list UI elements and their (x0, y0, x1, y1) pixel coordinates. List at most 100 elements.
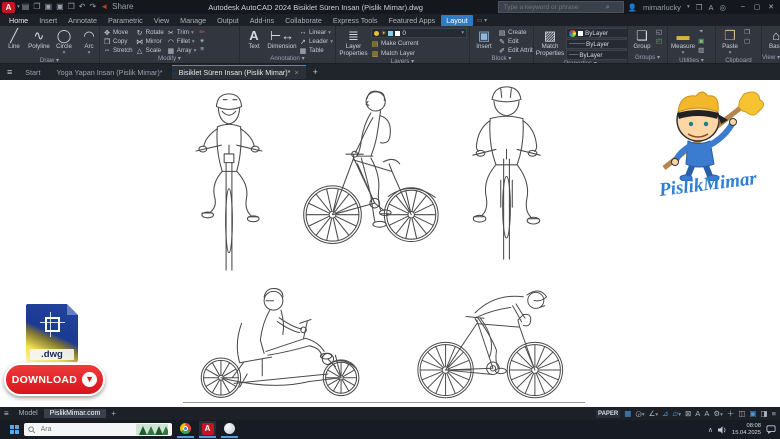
annotation-scale-icon[interactable]: A (704, 409, 709, 418)
quick-select-icon[interactable]: ⌖ (699, 28, 703, 36)
erase-tool-icon[interactable]: ✏ (199, 28, 204, 36)
explode-tool-icon[interactable]: ✴ (199, 37, 204, 45)
offset-tool-icon[interactable]: ≡ (200, 46, 204, 53)
table-tool[interactable]: ▦Table (299, 46, 333, 55)
quick-calc-icon[interactable]: ▥ (698, 46, 704, 54)
ortho-toggle-icon[interactable]: ▱▾ (672, 409, 681, 418)
leader-tool[interactable]: ↗Leader▾ (299, 37, 333, 46)
linear-tool[interactable]: ↔Linear▾ (299, 28, 333, 37)
undo-icon[interactable]: ↶ (79, 2, 86, 12)
linetype-control-dropdown[interactable]: – – –ByLayer▾ (566, 50, 628, 60)
block-panel-label[interactable]: Block ▾ (470, 55, 533, 63)
save-as-icon[interactable]: ▣ (56, 2, 64, 12)
help-search-box[interactable]: ⌕ (498, 1, 624, 13)
selection-cycling-icon[interactable]: ⊠ (685, 409, 691, 418)
tab-insert[interactable]: Insert (34, 15, 62, 26)
cut-clip-icon[interactable]: ▢ (744, 37, 750, 45)
modify-panel-label[interactable]: Modify ▾ (100, 55, 239, 63)
stretch-tool[interactable]: ⇔Stretch (103, 46, 133, 55)
groups-panel-label[interactable]: Groups ▾ (628, 54, 667, 63)
app-menu-arrow-icon[interactable]: ▾ (17, 4, 20, 10)
taskbar-app-icon-3[interactable] (221, 421, 238, 438)
base-view-tool[interactable]: ⌂Base (765, 28, 780, 50)
lineweight-control-dropdown[interactable]: ———ByLayer▾ (566, 39, 628, 49)
figure-cyclist-front-view-wide[interactable] (456, 84, 558, 262)
tab-manage[interactable]: Manage (175, 15, 211, 26)
snap-toggle-icon[interactable]: ◶▾ (635, 409, 644, 418)
windows-start-button[interactable] (10, 425, 19, 434)
layer-freeze-icon[interactable]: ☀ (381, 30, 386, 37)
restore-button[interactable]: ▢ (750, 3, 764, 11)
share-label[interactable]: Share (112, 2, 133, 12)
tray-expand-icon[interactable]: ∧ (708, 426, 713, 434)
grid-toggle-icon[interactable]: ▦ (624, 409, 631, 418)
copy-clip-icon[interactable]: ❐ (744, 28, 750, 36)
tab-parametric[interactable]: Parametric (103, 15, 148, 26)
windows-search-box[interactable] (24, 423, 172, 436)
layer-dropdown-arrow-icon[interactable]: ▾ (461, 30, 464, 36)
tab-featured-apps[interactable]: Featured Apps (383, 15, 440, 26)
make-current-tool[interactable]: ▤Make Current (371, 39, 467, 48)
volume-icon[interactable] (718, 426, 727, 434)
create-block-tool[interactable]: ▤Create (498, 28, 534, 37)
customize-status-icon[interactable]: ≡ (772, 409, 776, 418)
new-drawing-tab-button[interactable]: + (308, 67, 323, 77)
tab-annotate[interactable]: Annotate (63, 15, 102, 26)
group-tool[interactable]: ❏Group (631, 28, 653, 50)
fillet-tool[interactable]: ◠Fillet▾ (167, 37, 197, 46)
autodesk-a-icon[interactable]: A (708, 3, 713, 12)
figure-recumbent-bicycle-rider[interactable] (185, 282, 377, 404)
move-tool[interactable]: ✥Move (103, 28, 133, 37)
ribbon-display-toggle-icon[interactable]: ▭ ▾ (477, 17, 487, 24)
array-tool[interactable]: ▦Array▾ (167, 46, 197, 55)
annotation-panel-label[interactable]: Annotation ▾ (240, 55, 335, 63)
layers-panel-label[interactable]: Layers ▾ (336, 58, 469, 63)
edit-attributes-tool[interactable]: ✐Edit Attributes▾ (498, 46, 534, 55)
save-icon[interactable]: ▣ (45, 2, 53, 12)
clipboard-panel-label[interactable]: Clipboard (716, 57, 761, 63)
tab-express-tools[interactable]: Express Tools (328, 15, 383, 26)
tab-collaborate[interactable]: Collaborate (280, 15, 327, 26)
file-tabs-menu-icon[interactable]: ≡ (3, 67, 16, 77)
figure-racing-cyclist-side-view[interactable] (398, 270, 578, 404)
isolate-objects-icon[interactable]: ◫ (738, 409, 745, 418)
ungroup-icon[interactable]: ◱ (656, 28, 662, 36)
new-file-icon[interactable]: ▤ (22, 2, 30, 12)
arc-tool[interactable]: ◠Arc▾ (78, 28, 100, 57)
taskbar-chrome-icon[interactable] (177, 421, 194, 438)
paper-space-indicator[interactable]: PAPER (596, 410, 620, 418)
download-button[interactable]: DOWNLOAD ▼ (4, 363, 105, 396)
open-file-icon[interactable]: ❒ (33, 2, 40, 12)
minimize-button[interactable]: – (736, 3, 750, 11)
file-tab-start[interactable]: Start (18, 66, 47, 79)
rotate-tool[interactable]: ↻Rotate (136, 28, 164, 37)
layer-on-bulb-icon[interactable] (374, 31, 379, 36)
close-button[interactable]: ✕ (764, 3, 778, 11)
search-icon[interactable]: ⌕ (606, 2, 610, 12)
tab-layout[interactable]: Layout (441, 15, 473, 26)
crosshair-plus-icon[interactable]: ＋ (727, 408, 735, 419)
drawing-canvas[interactable]: PislikMimar .dwg DOWNLOAD ▼ (0, 80, 780, 407)
file-tab-bisiklet[interactable]: Bisiklet Süren Insan (Pislik Mimar)*× (172, 65, 306, 79)
close-tab-icon[interactable]: × (294, 68, 298, 77)
taskbar-autocad-icon[interactable]: A (199, 421, 216, 438)
color-control-dropdown[interactable]: ByLayer▾ (566, 28, 628, 38)
model-tab[interactable]: Model (13, 409, 44, 418)
edit-block-tool[interactable]: ✎Edit (498, 37, 534, 46)
trim-tool[interactable]: ✂Trim▾ (167, 28, 197, 37)
redo-icon[interactable]: ↷ (90, 2, 97, 12)
search-highlight-image[interactable] (136, 424, 168, 435)
group-edit-icon[interactable]: ◰ (656, 37, 662, 45)
app-store-icon[interactable]: ❒ (696, 3, 703, 12)
utilities-panel-label[interactable]: Utilities ▾ (668, 57, 715, 63)
user-menu-arrow-icon[interactable]: ▾ (687, 4, 690, 10)
plot-icon[interactable]: ❐ (68, 2, 75, 12)
text-tool[interactable]: AText (243, 28, 265, 50)
tab-view[interactable]: View (149, 15, 174, 26)
tab-home[interactable]: Home (4, 15, 33, 26)
polyline-tool[interactable]: ∿Polyline (28, 28, 50, 50)
windows-search-input[interactable] (39, 425, 133, 434)
graphics-performance-icon[interactable]: ▣ (749, 409, 756, 418)
new-layout-button[interactable]: + (106, 409, 121, 418)
insert-block-tool[interactable]: ▣Insert (473, 28, 495, 50)
